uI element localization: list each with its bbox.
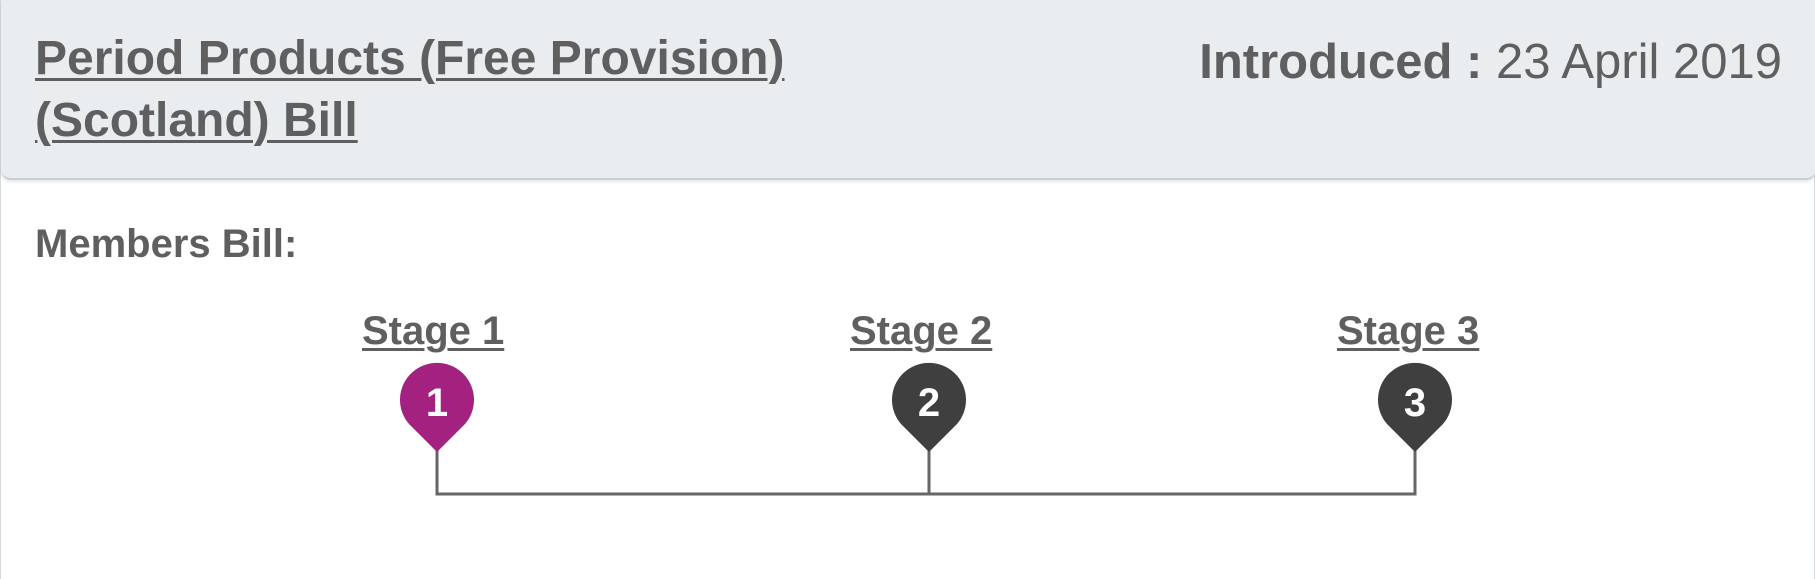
stage-2-marker[interactable]: 2 — [891, 362, 966, 452]
bill-card: Period Products (Free Provision) (Scotla… — [0, 0, 1815, 579]
stage-1-marker[interactable]: 1 — [399, 362, 474, 452]
stage-3-number: 3 — [1404, 381, 1426, 425]
stage-1-number: 1 — [426, 381, 448, 425]
timeline-line — [435, 448, 1417, 496]
stage-timeline: 1 2 3 — [399, 362, 1453, 496]
stage-3-marker[interactable]: 3 — [1378, 362, 1453, 452]
stage-2-number: 2 — [918, 381, 940, 425]
